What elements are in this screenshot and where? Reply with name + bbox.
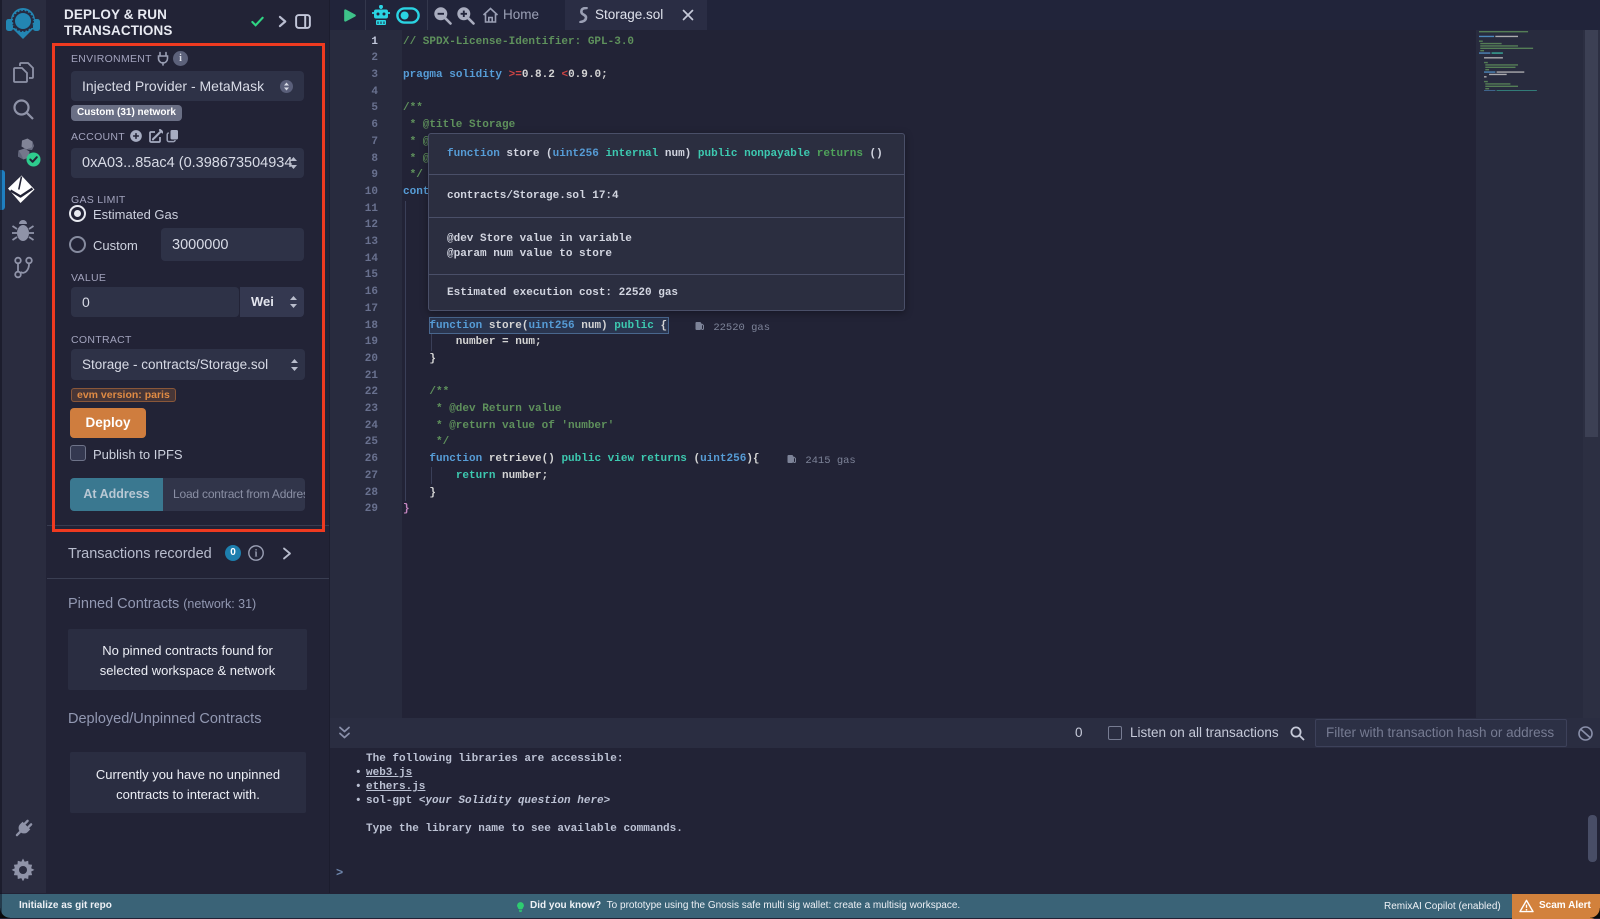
svg-text:i: i	[255, 549, 258, 560]
